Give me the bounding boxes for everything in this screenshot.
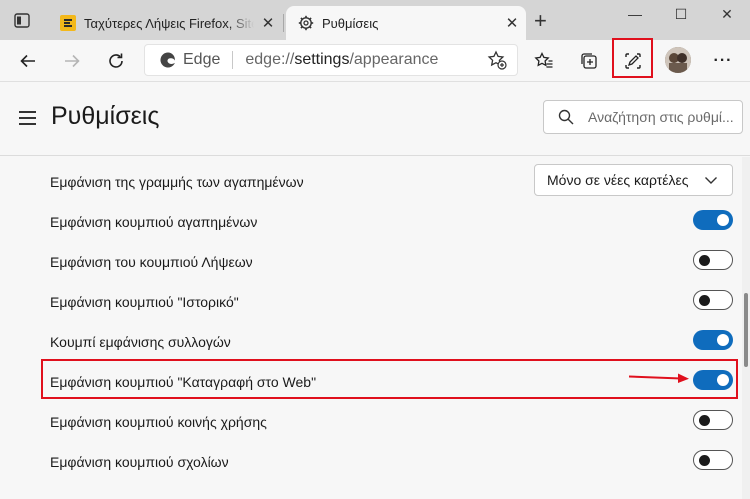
setting-label: Εμφάνιση κουμπιού σχολίων bbox=[50, 454, 229, 470]
favorites-button[interactable] bbox=[528, 45, 560, 77]
profile-photo-icon bbox=[665, 47, 691, 73]
minimize-button[interactable]: — bbox=[612, 6, 658, 26]
page-title: Ρυθμίσεις bbox=[51, 102, 160, 130]
forward-arrow-icon bbox=[65, 54, 80, 68]
setting-row-share-button: Εμφάνιση κουμπιού κοινής χρήσης bbox=[50, 400, 740, 440]
favorites-button-toggle[interactable] bbox=[693, 210, 733, 230]
url-prefix: edge:// bbox=[245, 51, 295, 68]
tab-actions-icon[interactable] bbox=[14, 13, 30, 28]
back-button[interactable] bbox=[12, 45, 44, 77]
feedback-button-toggle[interactable] bbox=[693, 450, 733, 470]
setting-row-collections-button: Κουμπί εμφάνισης συλλογών bbox=[50, 320, 740, 360]
favorites-bar-dropdown[interactable]: Μόνο σε νέες καρτέλες bbox=[534, 164, 733, 196]
history-button-toggle[interactable] bbox=[693, 290, 733, 310]
refresh-button[interactable] bbox=[100, 45, 132, 77]
setting-label: Εμφάνιση της γραμμής των αγαπημένων bbox=[50, 174, 304, 190]
edge-brand-label: Edge bbox=[183, 51, 221, 68]
tab-title: Ταχύτερες Λήψεις Firefox, Site o bbox=[84, 15, 254, 31]
settings-content: Εμφάνιση της γραμμής των αγαπημένων Μόνο… bbox=[0, 157, 742, 499]
setting-row-downloads-button: Εμφάνιση του κουμπιού Λήψεων bbox=[50, 240, 740, 280]
edge-logo-icon bbox=[160, 52, 175, 68]
toggle-knob bbox=[717, 214, 729, 226]
add-favorite-icon[interactable] bbox=[487, 50, 507, 70]
favorites-star-icon bbox=[534, 52, 553, 68]
profile-avatar[interactable] bbox=[665, 47, 691, 73]
search-placeholder: Αναζήτηση στις ρυθμί... bbox=[588, 109, 734, 125]
toggle-knob bbox=[699, 414, 710, 426]
setting-row-favorites-button: Εμφάνιση κουμπιού αγαπημένων bbox=[50, 200, 740, 240]
settings-more-button[interactable]: ··· bbox=[707, 45, 739, 77]
scrollbar-thumb[interactable] bbox=[744, 293, 748, 367]
collections-button-toggle[interactable] bbox=[693, 330, 733, 350]
address-divider bbox=[232, 51, 234, 69]
tab-title: Ρυθμίσεις bbox=[322, 15, 379, 31]
setting-row-favorites-bar: Εμφάνιση της γραμμής των αγαπημένων Μόνο… bbox=[50, 160, 740, 200]
maximize-button[interactable]: ☐ bbox=[658, 6, 704, 26]
url-main: settings bbox=[294, 51, 350, 68]
setting-label: Εμφάνιση του κουμπιού Λήψεων bbox=[50, 254, 253, 270]
address-bar[interactable]: Edge edge://settings/appearance bbox=[144, 44, 518, 76]
search-icon bbox=[558, 109, 574, 125]
forward-button[interactable] bbox=[56, 45, 88, 77]
web-capture-highlight bbox=[612, 38, 653, 78]
red-arrow-icon bbox=[629, 373, 689, 383]
settings-search-input[interactable]: Αναζήτηση στις ρυθμί... bbox=[543, 100, 743, 134]
more-dots-icon: ··· bbox=[713, 52, 733, 69]
setting-label: Κουμπί εμφάνισης συλλογών bbox=[50, 334, 231, 350]
back-arrow-icon bbox=[20, 54, 35, 68]
menu-hamburger-icon[interactable] bbox=[19, 111, 36, 125]
dropdown-value: Μόνο σε νέες καρτέλες bbox=[547, 172, 689, 188]
setting-row-feedback-button: Εμφάνιση κουμπιού σχολίων bbox=[50, 440, 740, 480]
scrollbar[interactable] bbox=[742, 157, 750, 499]
tab-separator bbox=[283, 14, 284, 32]
setting-label: Εμφάνιση κουμπιού αγαπημένων bbox=[50, 214, 258, 230]
url-text: edge://settings/appearance bbox=[245, 51, 487, 69]
toggle-knob bbox=[717, 334, 729, 346]
downloads-button-toggle[interactable] bbox=[693, 250, 733, 270]
chevron-down-icon bbox=[705, 177, 717, 184]
tab-firefox-downloads[interactable]: Ταχύτερες Λήψεις Firefox, Site o ✕ bbox=[48, 6, 282, 40]
tab-settings[interactable]: Ρυθμίσεις ✕ bbox=[286, 6, 526, 40]
toggle-knob bbox=[699, 294, 710, 306]
tab-strip: Ταχύτερες Λήψεις Firefox, Site o ✕ Ρυθμί… bbox=[0, 0, 750, 40]
collections-button[interactable] bbox=[573, 45, 605, 77]
refresh-icon bbox=[109, 53, 123, 68]
url-suffix: /appearance bbox=[349, 51, 439, 68]
collections-icon bbox=[581, 53, 597, 69]
site-favicon-icon bbox=[60, 15, 76, 31]
share-button-toggle[interactable] bbox=[693, 410, 733, 430]
settings-header: Ρυθμίσεις Αναζήτηση στις ρυθμί... bbox=[0, 82, 750, 156]
new-tab-button[interactable]: + bbox=[534, 10, 547, 32]
setting-label: Εμφάνιση κουμπιού κοινής χρήσης bbox=[50, 414, 267, 430]
toggle-knob bbox=[699, 254, 710, 266]
tab-close-icon[interactable]: ✕ bbox=[254, 14, 282, 32]
toggle-knob bbox=[699, 454, 710, 466]
setting-label: Εμφάνιση κουμπιού "Ιστορικό" bbox=[50, 294, 239, 310]
setting-row-history-button: Εμφάνιση κουμπιού "Ιστορικό" bbox=[50, 280, 740, 320]
tab-close-icon[interactable]: ✕ bbox=[498, 14, 526, 32]
gear-icon bbox=[298, 15, 314, 31]
close-window-button[interactable]: ✕ bbox=[704, 6, 750, 26]
